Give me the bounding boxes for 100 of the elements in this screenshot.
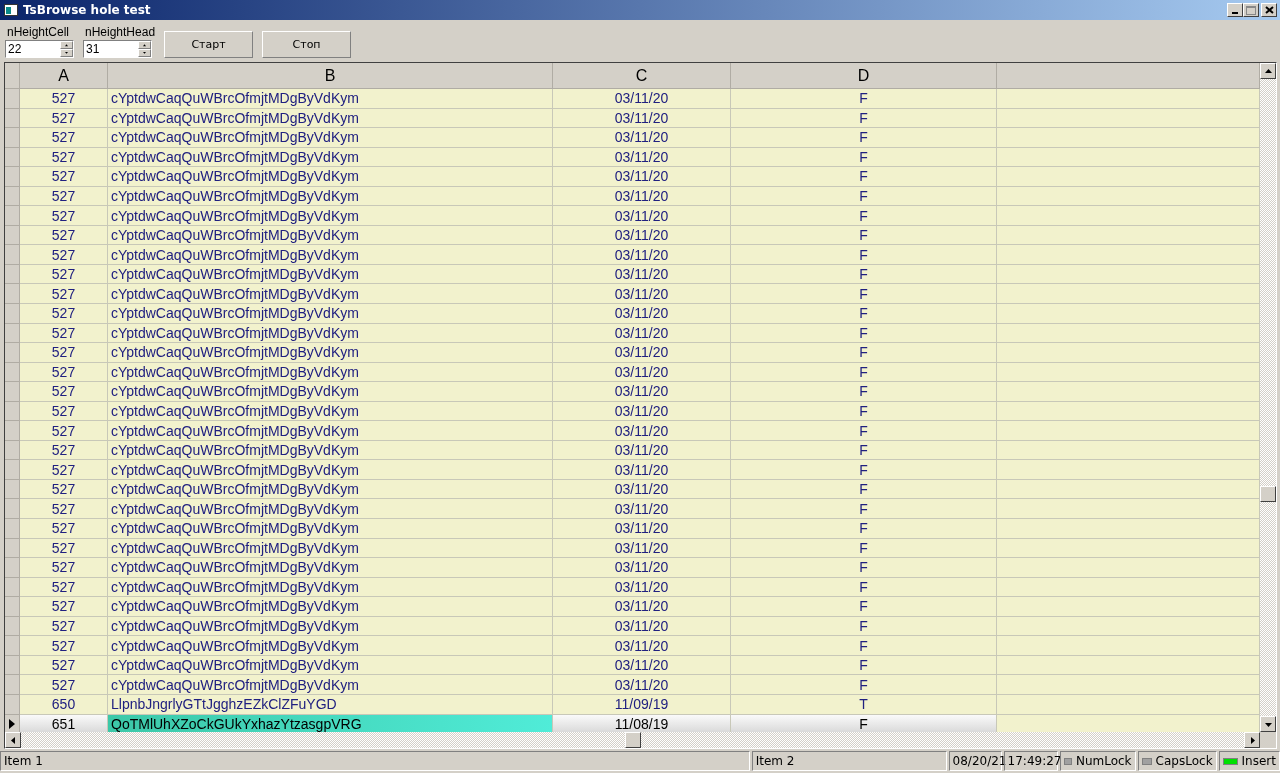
spin-up-icon[interactable]: [138, 41, 151, 49]
scroll-up-icon[interactable]: [1260, 63, 1276, 79]
table-cell: cYptdwCaqQuWBrcOfmjtMDgByVdKym: [108, 538, 553, 559]
table-cell: F: [731, 167, 997, 187]
table-cell: F: [731, 577, 997, 598]
spin-down-icon[interactable]: [60, 49, 73, 57]
spin-field[interactable]: 31: [83, 40, 152, 58]
table-cell: 03/11/20: [553, 597, 731, 617]
table-cell: cYptdwCaqQuWBrcOfmjtMDgByVdKym: [108, 655, 553, 676]
table-cell: 527: [20, 440, 108, 461]
table-cell: F: [731, 89, 997, 109]
table-cell: 03/11/20: [553, 108, 731, 129]
table-cell: 03/11/20: [553, 577, 731, 598]
table-cell: 527: [20, 225, 108, 246]
table-cell: F: [731, 636, 997, 656]
table-cell: F: [731, 597, 997, 617]
table-cell: cYptdwCaqQuWBrcOfmjtMDgByVdKym: [108, 167, 553, 187]
table-cell: F: [731, 655, 997, 676]
table-cell: 527: [20, 128, 108, 148]
table-cell: 03/11/20: [553, 206, 731, 226]
toolbar-button[interactable]: Стоп: [262, 31, 352, 58]
table-cell: cYptdwCaqQuWBrcOfmjtMDgByVdKym: [108, 519, 553, 539]
table-cell: cYptdwCaqQuWBrcOfmjtMDgByVdKym: [108, 245, 553, 265]
status-panel: Item 2: [751, 751, 947, 771]
table-cell: F: [731, 460, 997, 480]
table-cell: cYptdwCaqQuWBrcOfmjtMDgByVdKym: [108, 401, 553, 422]
table-cell: 527: [20, 304, 108, 324]
table-cell: 527: [20, 655, 108, 676]
table-cell: 03/11/20: [553, 245, 731, 265]
table-cell: cYptdwCaqQuWBrcOfmjtMDgByVdKym: [108, 304, 553, 324]
toolbar-button[interactable]: Старт: [164, 31, 254, 58]
table-cell: 03/11/20: [553, 89, 731, 109]
scroll-down-icon[interactable]: [1260, 716, 1276, 732]
table-cell: 527: [20, 206, 108, 226]
status-indicator: Insert: [1218, 751, 1280, 771]
table-cell: F: [731, 128, 997, 148]
table-cell: 03/11/20: [553, 167, 731, 187]
table-cell: cYptdwCaqQuWBrcOfmjtMDgByVdKym: [108, 284, 553, 304]
table-cell: F: [731, 558, 997, 578]
table-cell: cYptdwCaqQuWBrcOfmjtMDgByVdKym: [108, 89, 553, 109]
table-cell: F: [731, 245, 997, 265]
table-cell: F: [731, 225, 997, 246]
table-cell: F: [731, 206, 997, 226]
table-cell: 527: [20, 479, 108, 500]
maximize-button[interactable]: [1243, 3, 1259, 17]
table-cell: cYptdwCaqQuWBrcOfmjtMDgByVdKym: [108, 147, 553, 168]
table-cell: 527: [20, 636, 108, 656]
table-cell: 527: [20, 167, 108, 187]
table-cell: cYptdwCaqQuWBrcOfmjtMDgByVdKym: [108, 343, 553, 363]
table-cell: F: [731, 616, 997, 637]
table-cell: F: [731, 440, 997, 461]
maximize-icon: [1246, 5, 1256, 15]
table-cell: 03/11/20: [553, 186, 731, 207]
table-cell: F: [731, 304, 997, 324]
table-cell: 03/11/20: [553, 440, 731, 461]
table-cell: cYptdwCaqQuWBrcOfmjtMDgByVdKym: [108, 323, 553, 344]
table-cell: 527: [20, 519, 108, 539]
table-cell: 650: [20, 694, 108, 715]
spin-field[interactable]: 22: [5, 40, 74, 58]
table-cell: 03/11/20: [553, 323, 731, 344]
table-cell: 03/11/20: [553, 460, 731, 480]
table-cell: F: [731, 108, 997, 129]
scrollbar-thumb[interactable]: [625, 732, 641, 748]
table-cell: 527: [20, 264, 108, 285]
table-cell: cYptdwCaqQuWBrcOfmjtMDgByVdKym: [108, 616, 553, 637]
table-cell: 03/11/20: [553, 362, 731, 383]
close-icon: [1264, 6, 1274, 14]
table-cell: 03/11/20: [553, 225, 731, 246]
table-cell: 527: [20, 89, 108, 109]
table-cell: F: [731, 323, 997, 344]
table-cell: LlpnbJngrlyGTtJgghzEZkClZFuYGD: [108, 694, 553, 715]
spin-up-icon[interactable]: [60, 41, 73, 49]
table-cell: 527: [20, 284, 108, 304]
table-cell: 03/11/20: [553, 616, 731, 637]
scroll-left-icon[interactable]: [5, 732, 21, 748]
table-cell: T: [731, 694, 997, 715]
table-cell: F: [731, 675, 997, 695]
field-label: nHeightCell: [6, 25, 71, 39]
scroll-right-icon[interactable]: [1244, 732, 1260, 748]
table-cell: cYptdwCaqQuWBrcOfmjtMDgByVdKym: [108, 440, 553, 461]
table-cell: cYptdwCaqQuWBrcOfmjtMDgByVdKym: [108, 499, 553, 520]
table-cell: 03/11/20: [553, 343, 731, 363]
table-cell: 527: [20, 362, 108, 383]
spin-down-icon[interactable]: [138, 49, 151, 57]
table-cell: 03/11/20: [553, 128, 731, 148]
scrollbar-thumb[interactable]: [1260, 486, 1276, 502]
table-cell: F: [731, 401, 997, 422]
table-cell: 03/11/20: [553, 538, 731, 559]
table-cell: 527: [20, 499, 108, 520]
table-cell: cYptdwCaqQuWBrcOfmjtMDgByVdKym: [108, 675, 553, 695]
table-cell: 03/11/20: [553, 479, 731, 500]
minimize-button[interactable]: [1227, 3, 1243, 17]
table-cell: F: [731, 362, 997, 383]
close-button[interactable]: [1261, 3, 1277, 17]
table-cell: 11/09/19: [553, 694, 731, 715]
table-cell: 527: [20, 343, 108, 363]
window-title: TsBrowse hole test: [23, 3, 152, 17]
table-cell: 527: [20, 323, 108, 344]
table-cell: 527: [20, 108, 108, 129]
table-cell: 03/11/20: [553, 147, 731, 168]
